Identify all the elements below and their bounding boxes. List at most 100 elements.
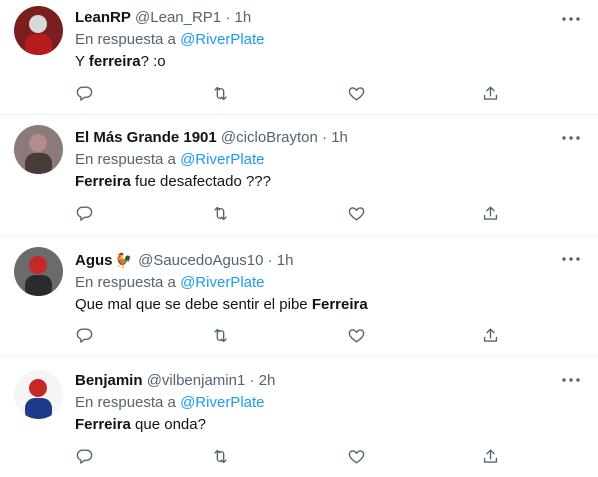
tweet-text: Y ferreira? :o [75,52,558,72]
display-name[interactable]: Benjamin [75,372,143,389]
highlighted-text: Ferreira [75,416,131,433]
text-segment: Y [75,53,89,70]
like-button[interactable] [344,201,368,225]
user-handle[interactable]: @SaucedoAgus10 [138,252,263,269]
like-icon [348,328,364,343]
text-segment: Que mal que se debe sentir el pibe [75,296,312,313]
tweet-actions [72,201,502,225]
tweet-actions [72,81,502,105]
retweet-button[interactable] [208,81,232,105]
text-segment: fue desafectado ??? [130,173,271,190]
retweet-icon [213,86,227,100]
separator-dot: · [322,129,328,146]
share-icon [483,448,497,463]
text-segment: que onda? [130,416,206,433]
timestamp[interactable]: 1h [235,9,252,26]
tweet-4[interactable]: Benjamin @vilbenjamin1 · 2h En respuesta… [0,357,598,477]
like-button[interactable] [344,323,368,347]
highlighted-text: ferreira [88,53,141,70]
like-icon [348,449,364,464]
reply-icon [76,85,92,101]
avatar[interactable] [14,247,63,296]
tweet-content: El Más Grande 1901 @cicloBrayton · 1h En… [75,128,558,192]
share-button[interactable] [478,81,502,105]
share-button[interactable] [478,444,502,468]
more-options-button[interactable] [560,371,582,389]
reply-button[interactable] [72,81,96,105]
share-button[interactable] [478,201,502,225]
share-icon [483,327,497,342]
tweet-text: Que mal que se debe sentir el pibe Ferre… [75,295,558,315]
reply-prefix: En respuesta a [75,31,176,48]
tweet-1[interactable]: LeanRP @Lean_RP1 · 1h En respuesta a @Ri… [0,0,598,115]
more-options-button[interactable] [560,129,582,147]
like-icon [348,86,364,101]
share-icon [483,85,497,100]
tweet-content: Agus 🐓 @SaucedoAgus10 · 1h En respuesta a… [75,250,558,315]
avatar[interactable] [14,125,63,174]
reply-context: En respuesta a @RiverPlate [75,273,558,293]
tweet-2[interactable]: El Más Grande 1901 @cicloBrayton · 1h En… [0,115,598,236]
separator-dot: · [225,9,231,26]
share-icon [483,205,497,220]
like-icon [348,206,364,221]
display-name[interactable]: LeanRP [75,9,131,26]
reply-mention[interactable]: @RiverPlate [180,31,264,48]
share-button[interactable] [478,323,502,347]
display-name[interactable]: Agus [75,252,113,269]
tweet-content: LeanRP @Lean_RP1 · 1h En respuesta a @Ri… [75,8,558,72]
replies-feed: LeanRP @Lean_RP1 · 1h En respuesta a @Ri… [0,0,598,477]
reply-prefix: En respuesta a [75,394,176,411]
tweet-text: Ferreira fue desafectado ??? [75,172,558,192]
avatar[interactable] [14,6,63,55]
retweet-button[interactable] [208,323,232,347]
reply-icon [76,327,92,343]
user-handle[interactable]: @Lean_RP1 [135,9,221,26]
tweet-actions [72,444,502,468]
timestamp[interactable]: 1h [331,129,348,146]
reply-mention[interactable]: @RiverPlate [180,274,264,291]
user-handle[interactable]: @vilbenjamin1 [147,372,246,389]
reply-context: En respuesta a @RiverPlate [75,30,558,50]
reply-button[interactable] [72,323,96,347]
tweet-header: Agus 🐓 @SaucedoAgus10 · 1h [75,250,558,271]
tweet-3[interactable]: Agus 🐓 @SaucedoAgus10 · 1h En respuesta a… [0,236,598,357]
text-segment: ? :o [140,53,166,70]
tweet-header: El Más Grande 1901 @cicloBrayton · 1h [75,128,558,148]
highlighted-text: Ferreira [311,296,368,313]
separator-dot: · [267,252,273,269]
tweet-content: Benjamin @vilbenjamin1 · 2h En respuesta… [75,371,558,435]
reply-icon [76,448,92,464]
like-button[interactable] [344,81,368,105]
separator-dot: · [249,372,255,389]
name-emoji: 🐓 [114,252,132,268]
retweet-button[interactable] [208,444,232,468]
reply-mention[interactable]: @RiverPlate [180,394,264,411]
tweet-header: Benjamin @vilbenjamin1 · 2h [75,371,558,391]
more-options-icon [562,378,580,382]
tweet-text: Ferreira que onda? [75,415,558,435]
reply-button[interactable] [72,201,96,225]
reply-context: En respuesta a @RiverPlate [75,150,558,170]
more-options-button[interactable] [560,10,582,28]
more-options-icon [562,136,580,140]
timestamp[interactable]: 2h [259,372,276,389]
reply-mention[interactable]: @RiverPlate [180,151,264,168]
like-button[interactable] [344,444,368,468]
avatar[interactable] [14,370,63,419]
highlighted-text: Ferreira [75,173,131,190]
more-options-icon [562,257,580,261]
user-handle[interactable]: @cicloBrayton [221,129,318,146]
more-options-icon [562,17,580,21]
tweet-actions [72,323,502,347]
retweet-button[interactable] [208,201,232,225]
retweet-icon [213,328,227,342]
reply-button[interactable] [72,444,96,468]
reply-context: En respuesta a @RiverPlate [75,393,558,413]
timestamp[interactable]: 1h [277,252,294,269]
reply-icon [76,205,92,221]
display-name[interactable]: El Más Grande 1901 [75,129,217,146]
more-options-button[interactable] [560,250,582,268]
retweet-icon [213,449,227,463]
reply-prefix: En respuesta a [75,274,176,291]
